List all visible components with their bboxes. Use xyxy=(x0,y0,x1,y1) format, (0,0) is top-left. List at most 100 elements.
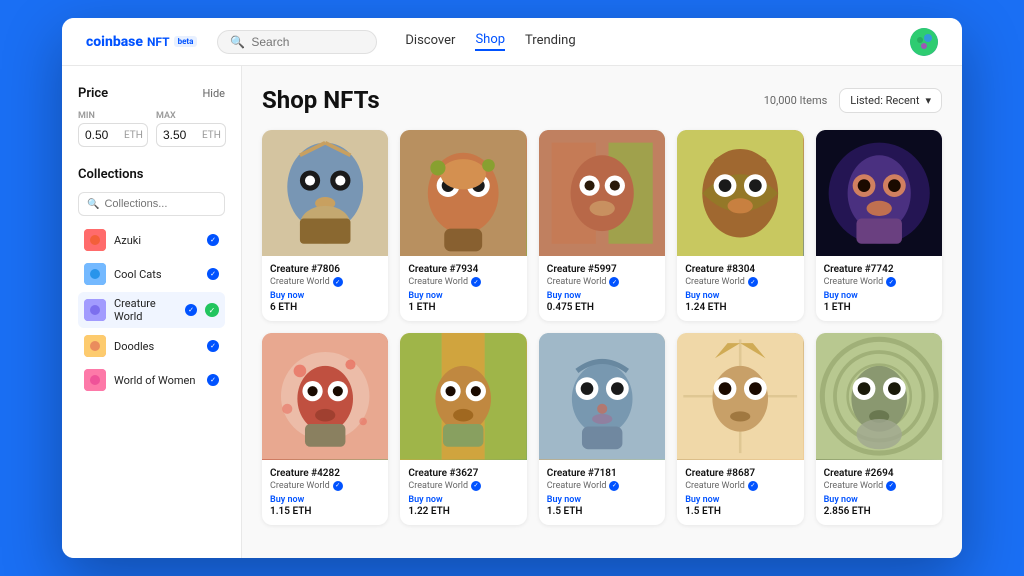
nft-collection-5997: Creature World ✓ xyxy=(547,277,657,287)
buy-now-3627[interactable]: Buy now xyxy=(408,495,518,505)
nft-card-7934[interactable]: Creature #7934 Creature World ✓ Buy now … xyxy=(400,130,526,321)
max-price-input[interactable] xyxy=(163,128,198,142)
nft-verified-8304: ✓ xyxy=(748,277,758,287)
nft-collection-7806: Creature World ✓ xyxy=(270,277,380,287)
header-right: 10,000 Items Listed: Recent ▾ xyxy=(764,88,942,113)
nft-verified-7934: ✓ xyxy=(471,277,481,287)
buy-now-5997[interactable]: Buy now xyxy=(547,291,657,301)
search-bar[interactable]: 🔍 xyxy=(217,30,377,54)
nft-card-7806[interactable]: Creature #7806 Creature World ✓ Buy now … xyxy=(262,130,388,321)
content-header: Shop NFTs 10,000 Items Listed: Recent ▾ xyxy=(262,86,942,114)
eth-price-7806: 6 ETH xyxy=(270,302,380,313)
collection-thumb-creatureworld xyxy=(84,299,106,321)
collection-thumb-coolcats xyxy=(84,263,106,285)
nft-collection-8687: Creature World ✓ xyxy=(685,481,795,491)
nft-collection-7934: Creature World ✓ xyxy=(408,277,518,287)
nft-image-8687 xyxy=(677,333,803,459)
nav-discover[interactable]: Discover xyxy=(405,33,455,50)
collections-search-input[interactable] xyxy=(104,198,216,210)
max-price-group: MAX ETH xyxy=(156,111,226,147)
min-price-field[interactable]: ETH xyxy=(78,123,148,147)
avatar[interactable] xyxy=(910,28,938,56)
nft-verified-7742: ✓ xyxy=(886,277,896,287)
price-section: Price Hide MIN ETH MAX xyxy=(78,86,225,147)
buy-now-7934[interactable]: Buy now xyxy=(408,291,518,301)
nft-info-3627: Creature #3627 Creature World ✓ Buy now … xyxy=(400,460,526,525)
search-input[interactable] xyxy=(251,35,364,49)
nft-verified-7806: ✓ xyxy=(333,277,343,287)
nft-name-3627: Creature #3627 xyxy=(408,468,518,479)
collection-name-azuki: Azuki xyxy=(114,234,199,247)
buy-now-7181[interactable]: Buy now xyxy=(547,495,657,505)
max-eth-label: ETH xyxy=(202,130,221,141)
buy-now-4282[interactable]: Buy now xyxy=(270,495,380,505)
collections-title: Collections xyxy=(78,167,225,182)
min-price-input[interactable] xyxy=(85,128,120,142)
max-price-field[interactable]: ETH xyxy=(156,123,226,147)
nft-image-2694 xyxy=(816,333,942,459)
nft-name-7806: Creature #7806 xyxy=(270,264,380,275)
logo-text: coinbase xyxy=(86,34,143,50)
collection-item-worldofwomen[interactable]: World of Women ✓ xyxy=(78,364,225,396)
collections-search[interactable]: 🔍 xyxy=(78,192,225,216)
nft-card-5997[interactable]: Creature #5997 Creature World ✓ Buy now … xyxy=(539,130,665,321)
buy-now-7742[interactable]: Buy now xyxy=(824,291,934,301)
nft-card-8687[interactable]: Creature #8687 Creature World ✓ Buy now … xyxy=(677,333,803,524)
nft-collection-4282: Creature World ✓ xyxy=(270,481,380,491)
check-icon-creatureworld: ✓ xyxy=(205,303,219,317)
nft-name-4282: Creature #4282 xyxy=(270,468,380,479)
nft-verified-5997: ✓ xyxy=(609,277,619,287)
logo[interactable]: coinbase NFT beta xyxy=(86,34,197,50)
buy-now-7806[interactable]: Buy now xyxy=(270,291,380,301)
buy-now-8687[interactable]: Buy now xyxy=(685,495,795,505)
nav-trending[interactable]: Trending xyxy=(525,33,576,50)
nft-card-2694[interactable]: Creature #2694 Creature World ✓ Buy now … xyxy=(816,333,942,524)
price-title: Price xyxy=(78,86,108,101)
nft-card-4282[interactable]: Creature #4282 Creature World ✓ Buy now … xyxy=(262,333,388,524)
eth-price-7934: 1 ETH xyxy=(408,302,518,313)
eth-price-8304: 1.24 ETH xyxy=(685,302,795,313)
sidebar: Price Hide MIN ETH MAX xyxy=(62,66,242,558)
collection-item-azuki[interactable]: Azuki ✓ xyxy=(78,224,225,256)
nft-card-3627[interactable]: Creature #3627 Creature World ✓ Buy now … xyxy=(400,333,526,524)
sort-dropdown[interactable]: Listed: Recent ▾ xyxy=(839,88,942,113)
nft-image-8304 xyxy=(677,130,803,256)
nft-verified-8687: ✓ xyxy=(748,481,758,491)
nft-info-2694: Creature #2694 Creature World ✓ Buy now … xyxy=(816,460,942,525)
buy-now-8304[interactable]: Buy now xyxy=(685,291,795,301)
nft-info-5997: Creature #5997 Creature World ✓ Buy now … xyxy=(539,256,665,321)
nft-info-4282: Creature #4282 Creature World ✓ Buy now … xyxy=(262,460,388,525)
min-label: MIN xyxy=(78,111,148,121)
verified-icon-creatureworld: ✓ xyxy=(185,304,197,316)
nft-name-8687: Creature #8687 xyxy=(685,468,795,479)
nft-verified-3627: ✓ xyxy=(471,481,481,491)
nft-verified-7181: ✓ xyxy=(609,481,619,491)
verified-icon-azuki: ✓ xyxy=(207,234,219,246)
main-layout: Price Hide MIN ETH MAX xyxy=(62,66,962,558)
buy-now-2694[interactable]: Buy now xyxy=(824,495,934,505)
nft-info-8687: Creature #8687 Creature World ✓ Buy now … xyxy=(677,460,803,525)
nft-collection-8304: Creature World ✓ xyxy=(685,277,795,287)
eth-price-3627: 1.22 ETH xyxy=(408,506,518,517)
eth-price-8687: 1.5 ETH xyxy=(685,506,795,517)
nav-shop[interactable]: Shop xyxy=(475,32,505,51)
nft-card-7181[interactable]: Creature #7181 Creature World ✓ Buy now … xyxy=(539,333,665,524)
hide-button[interactable]: Hide xyxy=(202,87,225,100)
collection-item-creatureworld[interactable]: Creature World ✓ ✓ xyxy=(78,292,225,328)
nft-card-7742[interactable]: Creature #7742 Creature World ✓ Buy now … xyxy=(816,130,942,321)
chevron-down-icon: ▾ xyxy=(925,94,931,107)
nft-image-3627 xyxy=(400,333,526,459)
page-title: Shop NFTs xyxy=(262,86,380,114)
navbar: coinbase NFT beta 🔍 Discover Shop Trendi… xyxy=(62,18,962,66)
nft-card-8304[interactable]: Creature #8304 Creature World ✓ Buy now … xyxy=(677,130,803,321)
collection-item-doodles[interactable]: Doodles ✓ xyxy=(78,330,225,362)
nft-name-2694: Creature #2694 xyxy=(824,468,934,479)
collection-item-coolcats[interactable]: Cool Cats ✓ xyxy=(78,258,225,290)
collections-search-icon: 🔍 xyxy=(87,199,99,210)
collection-thumb-worldofwomen xyxy=(84,369,106,391)
app-window: coinbase NFT beta 🔍 Discover Shop Trendi… xyxy=(62,18,962,558)
nft-collection-3627: Creature World ✓ xyxy=(408,481,518,491)
nft-info-7742: Creature #7742 Creature World ✓ Buy now … xyxy=(816,256,942,321)
collections-section: Collections 🔍 Azuki ✓ xyxy=(78,167,225,396)
eth-price-7742: 1 ETH xyxy=(824,302,934,313)
